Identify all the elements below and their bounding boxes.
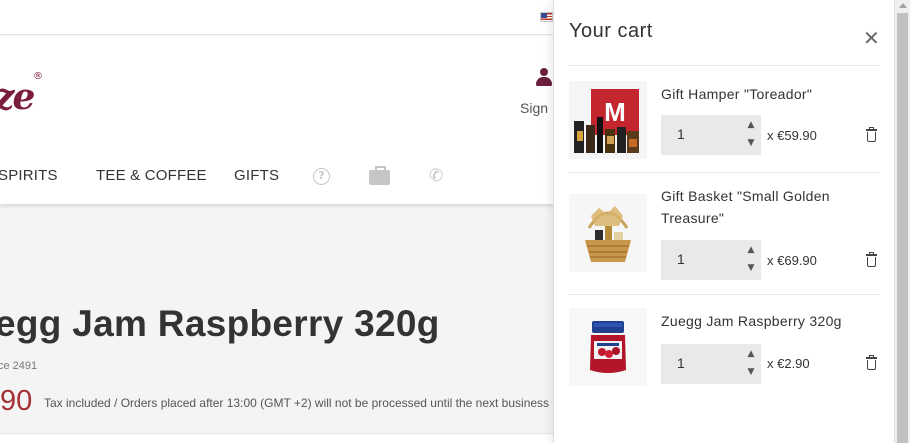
product-title: egg Jam Raspberry 320g <box>0 303 440 344</box>
user-icon[interactable] <box>536 68 552 88</box>
help-icon[interactable]: ? <box>313 168 330 185</box>
chevron-up-icon[interactable]: ▲ <box>745 119 757 131</box>
chevron-down-icon[interactable]: ▼ <box>745 366 757 378</box>
trash-bin <box>867 360 876 370</box>
quantity-value[interactable]: 1 <box>677 251 685 267</box>
cart-drawer: Your cart ✕ M Gift Hamper "Toreador" 1 ▲… <box>553 0 894 443</box>
close-cart-button[interactable]: ✕ <box>863 28 880 48</box>
nav-item-gifts[interactable]: GIFTS <box>234 167 279 184</box>
chevron-down-icon[interactable]: ▼ <box>745 137 757 149</box>
briefcase-icon[interactable] <box>369 166 390 185</box>
page-scrollbar[interactable] <box>894 0 910 443</box>
quantity-stepper[interactable]: 1 ▲ ▼ <box>661 115 761 155</box>
tax-note: Tax included / Orders placed after 13:00… <box>44 396 550 410</box>
product-reference: ce 2491 <box>0 360 38 372</box>
quantity-value[interactable]: 1 <box>677 355 685 371</box>
trash-lid <box>866 129 877 131</box>
chevron-down-icon[interactable]: ▼ <box>745 262 757 274</box>
trash-lid <box>866 357 877 359</box>
jam-illustration <box>569 308 647 386</box>
hamper-illustration: M <box>569 81 647 159</box>
nav-item-tee-coffee[interactable]: TEE & COFFEE <box>96 167 207 184</box>
cart-item-price: x €69.90 <box>767 253 817 268</box>
phone-icon[interactable]: ✆ <box>429 166 443 186</box>
chevron-up-icon[interactable]: ▲ <box>745 244 757 256</box>
us-flag-icon[interactable] <box>540 12 553 22</box>
user-icon-head <box>540 68 548 76</box>
quantity-stepper[interactable]: 1 ▲ ▼ <box>661 240 761 280</box>
cart-item-name[interactable]: Gift Basket "Small Golden Treasure" <box>661 185 861 229</box>
trash-bin <box>867 132 876 142</box>
registered-mark: ® <box>33 71 43 82</box>
quantity-stepper[interactable]: 1 ▲ ▼ <box>661 344 761 384</box>
cart-divider <box>569 65 879 66</box>
cart-title: Your cart <box>569 20 653 42</box>
quantity-value[interactable]: 1 <box>677 126 685 142</box>
gift-hamper-image[interactable]: M <box>569 81 647 159</box>
trash-lid <box>866 254 877 256</box>
brand-logo[interactable]: ze <box>0 76 35 118</box>
jam-jar-image[interactable] <box>569 308 647 386</box>
trash-bin <box>867 257 876 267</box>
content-strip <box>0 433 560 443</box>
trash-icon[interactable] <box>866 355 877 370</box>
svg-text:M: M <box>604 97 626 127</box>
basket-illustration <box>569 194 647 272</box>
sign-in-link[interactable]: Sign <box>520 100 548 116</box>
nav-item-spirits[interactable]: SPIRITS <box>0 167 58 184</box>
cart-divider <box>569 172 879 173</box>
trash-icon[interactable] <box>866 252 877 267</box>
trash-icon[interactable] <box>866 127 877 142</box>
scroll-up-arrow-icon[interactable] <box>899 3 907 8</box>
scrollbar-thumb[interactable] <box>897 13 908 443</box>
gift-basket-image[interactable] <box>569 194 647 272</box>
cart-item-price: x €59.90 <box>767 128 817 143</box>
cart-item-name[interactable]: Gift Hamper "Toreador" <box>661 83 861 105</box>
user-icon-body <box>536 77 552 86</box>
chevron-up-icon[interactable]: ▲ <box>745 348 757 360</box>
cart-item-price: x €2.90 <box>767 356 810 371</box>
product-price: 90 <box>0 385 33 417</box>
flag-canton <box>541 13 547 18</box>
cart-item-name[interactable]: Zuegg Jam Raspberry 320g <box>661 310 861 332</box>
cart-divider <box>569 294 879 295</box>
